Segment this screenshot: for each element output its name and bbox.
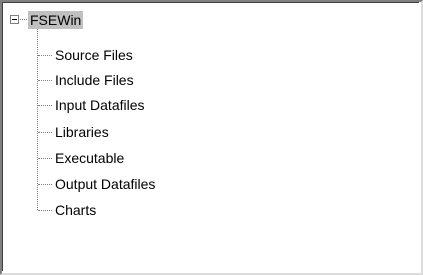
tree-item-source-files[interactable]: Source Files: [54, 46, 134, 64]
tree-trunk-line: [37, 29, 38, 210]
tree-root-fsewin[interactable]: FSEWin: [28, 11, 84, 29]
tree-item-executable[interactable]: Executable: [54, 149, 125, 167]
tree-item-libraries[interactable]: Libraries: [54, 123, 110, 141]
tree-connector: [38, 158, 52, 159]
tree-connector: [20, 19, 27, 20]
tree-connector: [38, 55, 52, 56]
tree-connector: [38, 184, 52, 185]
tree-connector: [38, 80, 52, 81]
collapse-minus-icon[interactable]: [10, 15, 19, 24]
tree-connector: [38, 105, 52, 106]
tree-item-include-files[interactable]: Include Files: [54, 71, 135, 89]
tree-item-input-datafiles[interactable]: Input Datafiles: [54, 96, 146, 114]
tree-connector: [38, 210, 52, 211]
tree-item-output-datafiles[interactable]: Output Datafiles: [54, 175, 156, 193]
tree-connector: [38, 132, 52, 133]
project-tree: FSEWin Source Files Include Files Input …: [0, 0, 423, 275]
tree-view-panel: FSEWin Source Files Include Files Input …: [0, 0, 423, 275]
tree-item-charts[interactable]: Charts: [54, 201, 97, 219]
